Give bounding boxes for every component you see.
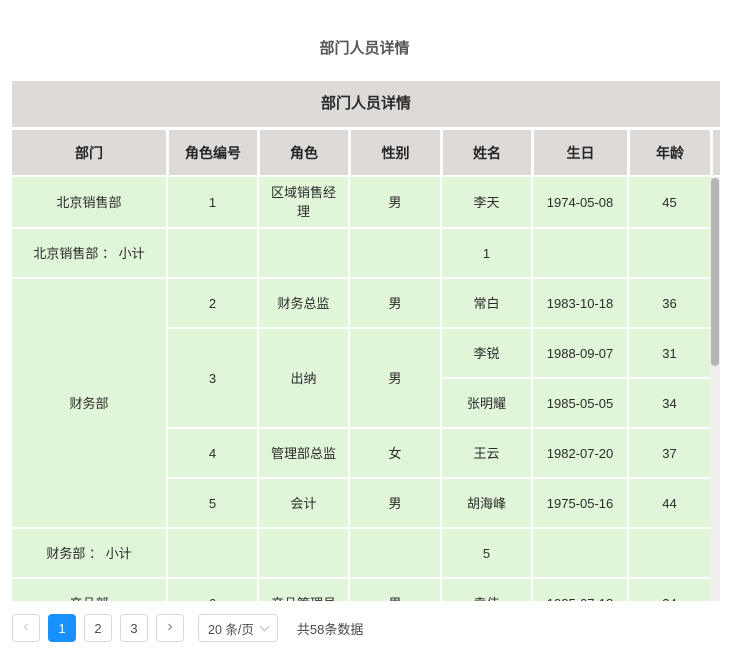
scrollbar-thumb[interactable] bbox=[711, 178, 719, 366]
table-cell: 4 bbox=[166, 427, 257, 477]
table-cell bbox=[627, 227, 710, 277]
table-cell: 财务总监 bbox=[257, 277, 348, 327]
page-number-buttons: 123 bbox=[48, 614, 156, 642]
table-cell: 李锐 bbox=[440, 327, 531, 377]
table-cell: 北京销售部 bbox=[12, 177, 166, 227]
table-cell bbox=[166, 527, 257, 577]
table-cell: 2 bbox=[166, 277, 257, 327]
table-cell: 王云 bbox=[440, 427, 531, 477]
table-cell: 34 bbox=[627, 577, 710, 601]
table-cell: 管理部总监 bbox=[257, 427, 348, 477]
table-cell: 5 bbox=[166, 477, 257, 527]
table-cell: 44 bbox=[627, 477, 710, 527]
table-cell: 胡海峰 bbox=[440, 477, 531, 527]
table-cell: 1985-05-05 bbox=[531, 377, 627, 427]
table-cell bbox=[348, 227, 440, 277]
prev-page-button[interactable]: ‹ bbox=[12, 614, 40, 642]
table-header: 部门角色编号角色性别姓名生日年龄 bbox=[12, 130, 720, 177]
column-header: 性别 bbox=[348, 130, 440, 177]
subtotal-row: 北京销售部 ： 小计 1 bbox=[12, 227, 720, 277]
table-cell bbox=[257, 227, 348, 277]
table-cell: 34 bbox=[627, 377, 710, 427]
table-cell bbox=[166, 227, 257, 277]
table-cell: 会计 bbox=[257, 477, 348, 527]
table-cell bbox=[531, 527, 627, 577]
table-cell: 产品管理员 bbox=[257, 577, 348, 601]
table-cell: 5 bbox=[440, 527, 531, 577]
table-cell: 1988-09-07 bbox=[531, 327, 627, 377]
chevron-down-icon bbox=[259, 621, 269, 631]
table-cell bbox=[348, 527, 440, 577]
pagination: ‹ 123 › 20 条/页 共58条数据 bbox=[12, 614, 729, 642]
table-card: 部门人员详情 部门角色编号角色性别姓名生日年龄 北京销售部1区域销售经理男李天1… bbox=[12, 81, 720, 601]
table-cell: 男 bbox=[348, 177, 440, 227]
table-cell: 财务部 bbox=[12, 277, 166, 527]
table-cell: 出纳 bbox=[257, 327, 348, 427]
table-cell: 男 bbox=[348, 577, 440, 601]
column-header: 部门 bbox=[12, 130, 166, 177]
table-cell: 1974-05-08 bbox=[531, 177, 627, 227]
column-header: 角色编号 bbox=[166, 130, 257, 177]
table-cell: 36 bbox=[627, 277, 710, 327]
table-cell: 财务部 ： 小计 bbox=[12, 527, 166, 577]
table-cell: 李天 bbox=[440, 177, 531, 227]
chevron-right-icon: › bbox=[167, 619, 172, 635]
page-title: 部门人员详情 bbox=[0, 0, 729, 58]
next-page-button[interactable]: › bbox=[156, 614, 184, 642]
column-header: 姓名 bbox=[440, 130, 531, 177]
table-cell: 区域销售经理 bbox=[257, 177, 348, 227]
table-row: 北京销售部1区域销售经理男李天1974-05-0845 bbox=[12, 177, 720, 227]
table-cell bbox=[627, 527, 710, 577]
table-cell: 1985-07-18 bbox=[531, 577, 627, 601]
table-cell: 男 bbox=[348, 327, 440, 427]
table-cell: 袁伟 bbox=[440, 577, 531, 601]
table-cell: 1983-10-18 bbox=[531, 277, 627, 327]
table-cell: 1 bbox=[166, 177, 257, 227]
subtotal-row: 财务部 ： 小计 5 bbox=[12, 527, 720, 577]
vertical-scrollbar[interactable] bbox=[710, 177, 720, 601]
table-cell: 男 bbox=[348, 277, 440, 327]
table-row: 财务部2财务总监男常白1983-10-1836 bbox=[12, 277, 720, 327]
table-cell: 6 bbox=[166, 577, 257, 601]
page-size-label: 20 条/页 bbox=[208, 619, 254, 638]
table-cell: 常白 bbox=[440, 277, 531, 327]
header-gutter bbox=[710, 130, 720, 177]
table-cell bbox=[257, 527, 348, 577]
table-cell: 女 bbox=[348, 427, 440, 477]
column-header: 生日 bbox=[531, 130, 627, 177]
column-header: 角色 bbox=[257, 130, 348, 177]
table-row: 产品部6产品管理员男袁伟1985-07-1834 bbox=[12, 577, 720, 601]
page-button-2[interactable]: 2 bbox=[84, 614, 112, 642]
table-cell: 45 bbox=[627, 177, 710, 227]
table-cell bbox=[531, 227, 627, 277]
table-caption: 部门人员详情 bbox=[12, 81, 720, 130]
table-cell: 1975-05-16 bbox=[531, 477, 627, 527]
department-table: 部门角色编号角色性别姓名生日年龄 北京销售部1区域销售经理男李天1974-05-… bbox=[12, 130, 720, 601]
table-cell: 张明耀 bbox=[440, 377, 531, 427]
total-count: 共58条数据 bbox=[297, 619, 363, 638]
page-size-select[interactable]: 20 条/页 bbox=[198, 614, 278, 642]
page-button-1[interactable]: 1 bbox=[48, 614, 76, 642]
page-button-3[interactable]: 3 bbox=[120, 614, 148, 642]
table-cell: 3 bbox=[166, 327, 257, 427]
table-cell: 1 bbox=[440, 227, 531, 277]
table-cell: 北京销售部 ： 小计 bbox=[12, 227, 166, 277]
table-cell: 31 bbox=[627, 327, 710, 377]
table-cell: 1982-07-20 bbox=[531, 427, 627, 477]
table-cell: 37 bbox=[627, 427, 710, 477]
column-header: 年龄 bbox=[627, 130, 710, 177]
table-cell: 产品部 bbox=[12, 577, 166, 601]
table-cell: 男 bbox=[348, 477, 440, 527]
chevron-left-icon: ‹ bbox=[23, 619, 28, 635]
